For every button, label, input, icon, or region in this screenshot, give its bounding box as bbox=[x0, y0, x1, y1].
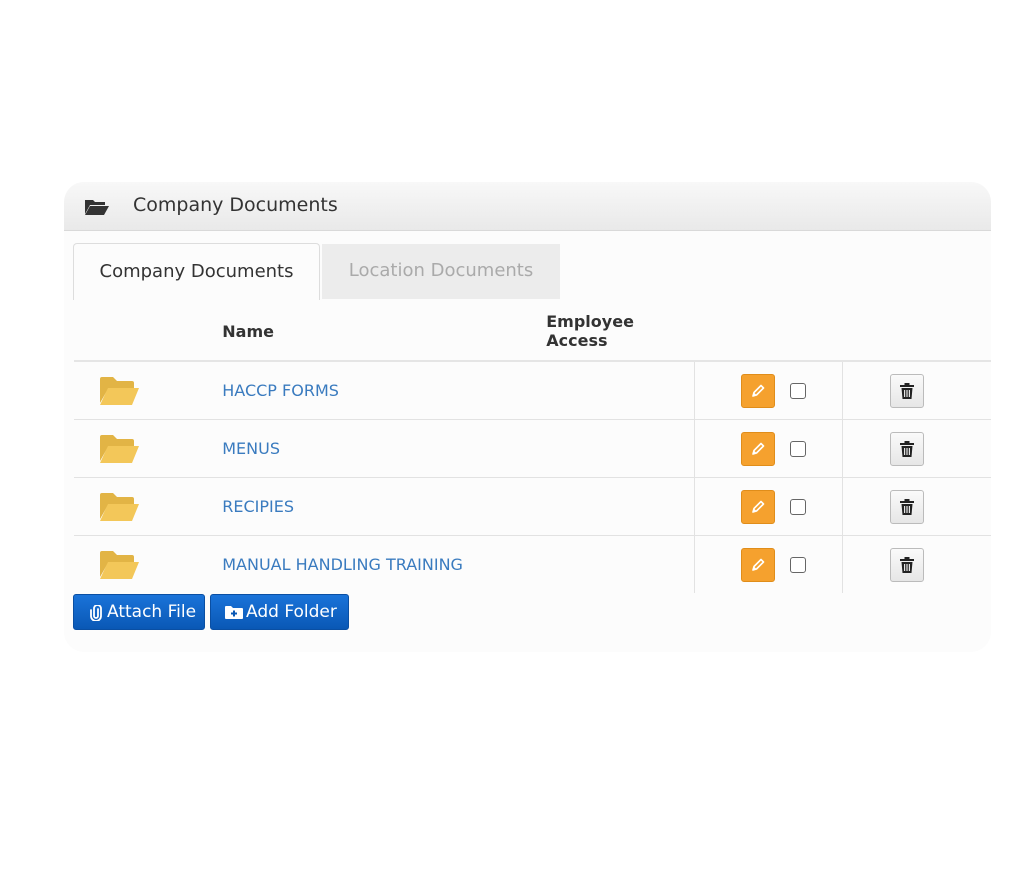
delete-button[interactable] bbox=[890, 547, 925, 582]
tab-location-documents[interactable]: Location Documents bbox=[322, 244, 560, 299]
folder-cell bbox=[74, 536, 222, 594]
edit-button[interactable] bbox=[741, 547, 775, 582]
employee-access-cell bbox=[546, 536, 807, 594]
employee-access-cell bbox=[546, 419, 807, 478]
folder-icon bbox=[100, 550, 139, 579]
table-row: HACCP FORMS bbox=[74, 361, 991, 420]
folder-cell bbox=[74, 361, 223, 420]
folder-cell bbox=[74, 477, 223, 536]
column-header-icon bbox=[74, 302, 223, 362]
trash-icon bbox=[900, 498, 915, 515]
table-row: MANUAL HANDLING TRAINING bbox=[74, 535, 991, 594]
column-header-edit bbox=[694, 302, 843, 362]
table-row: RECIPIES bbox=[74, 477, 991, 536]
folder-cell bbox=[74, 419, 223, 478]
column-header-delete bbox=[842, 302, 991, 362]
edit-cell bbox=[693, 477, 843, 536]
edit-cell bbox=[693, 535, 843, 593]
paperclip-icon bbox=[90, 605, 102, 621]
pencil-icon bbox=[752, 500, 765, 513]
edit-cell bbox=[693, 361, 843, 420]
trash-icon bbox=[900, 440, 915, 457]
delete-cell bbox=[842, 477, 991, 536]
attach-file-button[interactable]: Attach File bbox=[73, 594, 205, 630]
pencil-icon bbox=[752, 442, 765, 455]
folder-link[interactable]: HACCP FORMS bbox=[222, 381, 339, 400]
name-cell: RECIPIES bbox=[222, 477, 547, 536]
edit-button[interactable] bbox=[741, 489, 775, 524]
panel-title: Company Documents bbox=[133, 194, 338, 216]
employee-access-cell bbox=[546, 477, 807, 536]
folder-icon bbox=[100, 376, 139, 405]
column-header-name: Name bbox=[222, 302, 547, 362]
trash-icon bbox=[900, 556, 915, 573]
documents-panel: Company Documents Company Documents Loca… bbox=[64, 182, 991, 652]
column-header-employee-access: Employee Access bbox=[546, 302, 695, 362]
folder-link[interactable]: MANUAL HANDLING TRAINING bbox=[222, 555, 463, 574]
edit-button[interactable] bbox=[741, 431, 775, 466]
trash-icon bbox=[900, 382, 915, 399]
delete-cell bbox=[842, 361, 991, 420]
name-cell: HACCP FORMS bbox=[222, 361, 547, 420]
delete-button[interactable] bbox=[890, 373, 925, 408]
add-folder-button[interactable]: Add Folder bbox=[210, 594, 349, 630]
name-cell: MANUAL HANDLING TRAINING bbox=[222, 536, 546, 594]
panel-header: Company Documents bbox=[64, 182, 991, 231]
folder-icon bbox=[100, 434, 139, 463]
folder-plus-icon bbox=[225, 606, 243, 619]
name-cell: MENUS bbox=[222, 419, 547, 478]
edit-button[interactable] bbox=[741, 373, 775, 408]
document-tabs: Company Documents Location Documents bbox=[73, 243, 991, 300]
folder-open-icon bbox=[85, 200, 109, 215]
delete-button[interactable] bbox=[890, 489, 925, 524]
edit-cell bbox=[693, 419, 843, 478]
pencil-icon bbox=[752, 558, 765, 571]
folder-icon bbox=[100, 492, 139, 521]
delete-cell bbox=[842, 419, 991, 478]
attach-file-label: Attach File bbox=[107, 602, 197, 622]
pencil-icon bbox=[752, 384, 765, 397]
employee-access-cell bbox=[546, 361, 807, 420]
documents-table: Name Employee Access HACCP FORMS MENUS REC… bbox=[74, 302, 991, 593]
tab-company-documents[interactable]: Company Documents bbox=[73, 243, 320, 300]
delete-button[interactable] bbox=[890, 431, 925, 466]
folder-link[interactable]: RECIPIES bbox=[222, 497, 294, 516]
table-row: MENUS bbox=[74, 419, 991, 478]
folder-link[interactable]: MENUS bbox=[222, 439, 280, 458]
delete-cell bbox=[842, 535, 991, 593]
add-folder-label: Add Folder bbox=[246, 602, 337, 622]
table-header-row: Name Employee Access bbox=[74, 302, 991, 362]
